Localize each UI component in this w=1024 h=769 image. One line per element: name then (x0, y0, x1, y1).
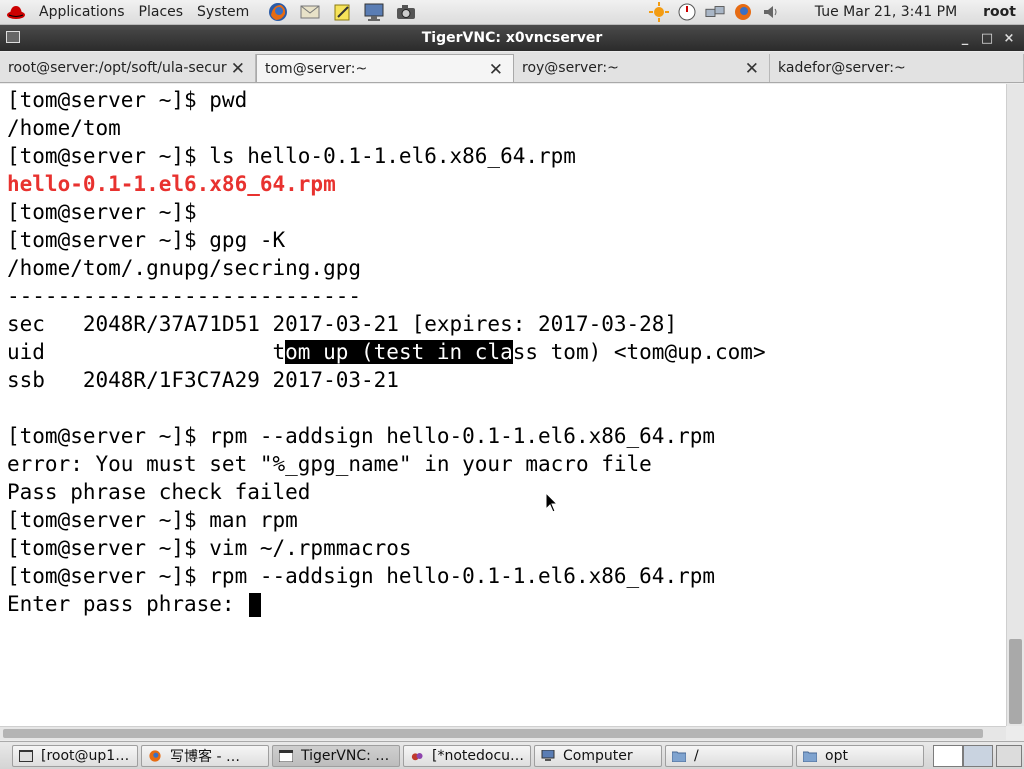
terminal-line: [tom@server ~]$ ls hello-0.1-1.el6.x86_6… (7, 144, 576, 168)
taskbar-item-tigervnc[interactable]: TigerVNC: … (272, 745, 400, 767)
window-title: TigerVNC: x0vncserver (421, 30, 603, 46)
tab-label: roy@server:~ (522, 60, 619, 76)
terminal-line: [tom@server ~]$ (7, 200, 197, 224)
tab-close-icon[interactable]: ✕ (231, 59, 245, 79)
mouse-pointer-icon (545, 492, 559, 513)
terminal-prompt-line[interactable]: Enter pass phrase: (7, 590, 262, 618)
terminal-line: /home/tom (7, 116, 121, 140)
taskbar-item-browser[interactable]: 写博客 - … (141, 745, 269, 767)
tab-kadefor-server[interactable]: kadefor@server:~ (770, 54, 1024, 82)
folder-icon (803, 751, 817, 762)
notes-icon (411, 753, 423, 761)
taskbar-label: [root@up1… (41, 748, 130, 764)
terminal-area[interactable]: [tom@server ~]$ pwd /home/tom [tom@serve… (0, 84, 1006, 726)
menu-places[interactable]: Places (132, 0, 191, 24)
top-panel: Applications Places System Tue Mar 21, 3… (0, 0, 1024, 25)
taskbar-label: 写博客 - … (170, 749, 240, 765)
window-icon (279, 750, 293, 762)
uid-text-rest: ss tom) <tom@up.com> (512, 340, 766, 364)
text-selection[interactable]: om up (test in cla (285, 340, 513, 364)
taskbar-label: / (694, 748, 699, 764)
computer-icon (541, 750, 555, 761)
firefox-icon[interactable] (267, 2, 289, 22)
tab-roy-server[interactable]: roy@server:~ ✕ (514, 54, 770, 82)
network-icon[interactable] (705, 2, 725, 22)
menu-system[interactable]: System (190, 0, 256, 24)
tab-root-server[interactable]: root@server:/opt/soft/ula-secur… ✕ (0, 54, 256, 82)
text-cursor (249, 593, 262, 617)
taskbar-item-computer[interactable]: Computer (534, 745, 662, 767)
minimize-button[interactable]: _ (954, 31, 976, 46)
terminal-line: ---------------------------- (7, 284, 362, 308)
terminal-line: [tom@server ~]$ rpm --addsign hello-0.1-… (7, 564, 716, 588)
tab-label: root@server:/opt/soft/ula-secur… (8, 60, 228, 76)
trash-icon[interactable] (996, 745, 1022, 767)
terminal-icon (19, 750, 33, 762)
pass-phrase-prompt: Enter pass phrase: (7, 592, 248, 616)
terminal-line: [tom@server ~]$ gpg -K (7, 228, 286, 252)
window-menu-icon[interactable] (6, 31, 20, 43)
terminal-line: Pass phrase check failed (7, 480, 311, 504)
workspace-2[interactable] (963, 745, 993, 767)
terminal-line: ssb 2048R/1F3C7A29 2017-03-21 (7, 368, 399, 392)
tab-label: tom@server:~ (265, 60, 368, 77)
taskbar-item-opt-folder[interactable]: opt (796, 745, 924, 767)
uid-text: uid t (7, 340, 286, 364)
firefox-icon (149, 750, 161, 762)
taskbar-label: Computer (563, 748, 633, 764)
user-name[interactable]: root (983, 4, 1016, 20)
camera-icon[interactable] (395, 2, 417, 22)
tab-close-icon[interactable]: ✕ (745, 59, 759, 79)
monitor-icon[interactable] (363, 2, 385, 22)
workspace-1[interactable] (933, 745, 963, 767)
taskbar-item-root-folder[interactable]: / (665, 745, 793, 767)
redhat-logo-icon[interactable] (5, 2, 27, 22)
terminal-line: [tom@server ~]$ man rpm (7, 508, 298, 532)
maximize-button[interactable]: □ (976, 31, 998, 46)
taskbar-item-notes[interactable]: [*notedocu… (403, 745, 531, 767)
volume-icon[interactable] (761, 2, 781, 22)
vertical-scroll-thumb[interactable] (1009, 639, 1022, 724)
notes-icon[interactable] (331, 2, 353, 22)
taskbar-label: opt (825, 748, 848, 764)
horizontal-scroll-thumb[interactable] (3, 729, 983, 738)
tab-close-icon[interactable]: ✕ (489, 60, 503, 80)
tab-label: kadefor@server:~ (778, 60, 906, 76)
tab-tom-server[interactable]: tom@server:~ ✕ (256, 54, 514, 82)
clock[interactable]: Tue Mar 21, 3:41 PM (815, 4, 957, 20)
terminal-line: [tom@server ~]$ rpm --addsign hello-0.1-… (7, 424, 716, 448)
window-titlebar[interactable]: TigerVNC: x0vncserver _ □ × (0, 25, 1024, 51)
taskbar-label: TigerVNC: … (301, 748, 390, 764)
terminal-line: [tom@server ~]$ vim ~/.rpmmacros (7, 536, 412, 560)
gauge-icon[interactable] (677, 2, 697, 22)
firefox-small-icon[interactable] (733, 2, 753, 22)
taskbar-item-terminal[interactable]: [root@up1… (12, 745, 138, 767)
taskbar-label: [*notedocu… (432, 748, 525, 764)
weather-icon[interactable] (648, 2, 669, 22)
menu-applications[interactable]: Applications (32, 0, 132, 24)
folder-icon (672, 751, 686, 762)
tab-bar: root@server:/opt/soft/ula-secur… ✕ tom@s… (0, 52, 1024, 83)
close-button[interactable]: × (998, 31, 1020, 46)
bottom-panel: [root@up1… 写博客 - … TigerVNC: … [*notedoc… (0, 741, 1024, 769)
terminal-line-rpm-file: hello-0.1-1.el6.x86_64.rpm (7, 172, 336, 196)
terminal-line: error: You must set "%_gpg_name" in your… (7, 452, 652, 476)
mail-icon[interactable] (299, 2, 321, 22)
vertical-scrollbar[interactable] (1006, 84, 1024, 726)
terminal-line: sec 2048R/37A71D51 2017-03-21 [expires: … (7, 312, 678, 336)
terminal-line-uid: uid tom up (test in class tom) <tom@up.c… (7, 338, 766, 366)
terminal-line: [tom@server ~]$ pwd (7, 88, 248, 112)
terminal-line: /home/tom/.gnupg/secring.gpg (7, 256, 362, 280)
horizontal-scrollbar[interactable] (0, 726, 1006, 740)
